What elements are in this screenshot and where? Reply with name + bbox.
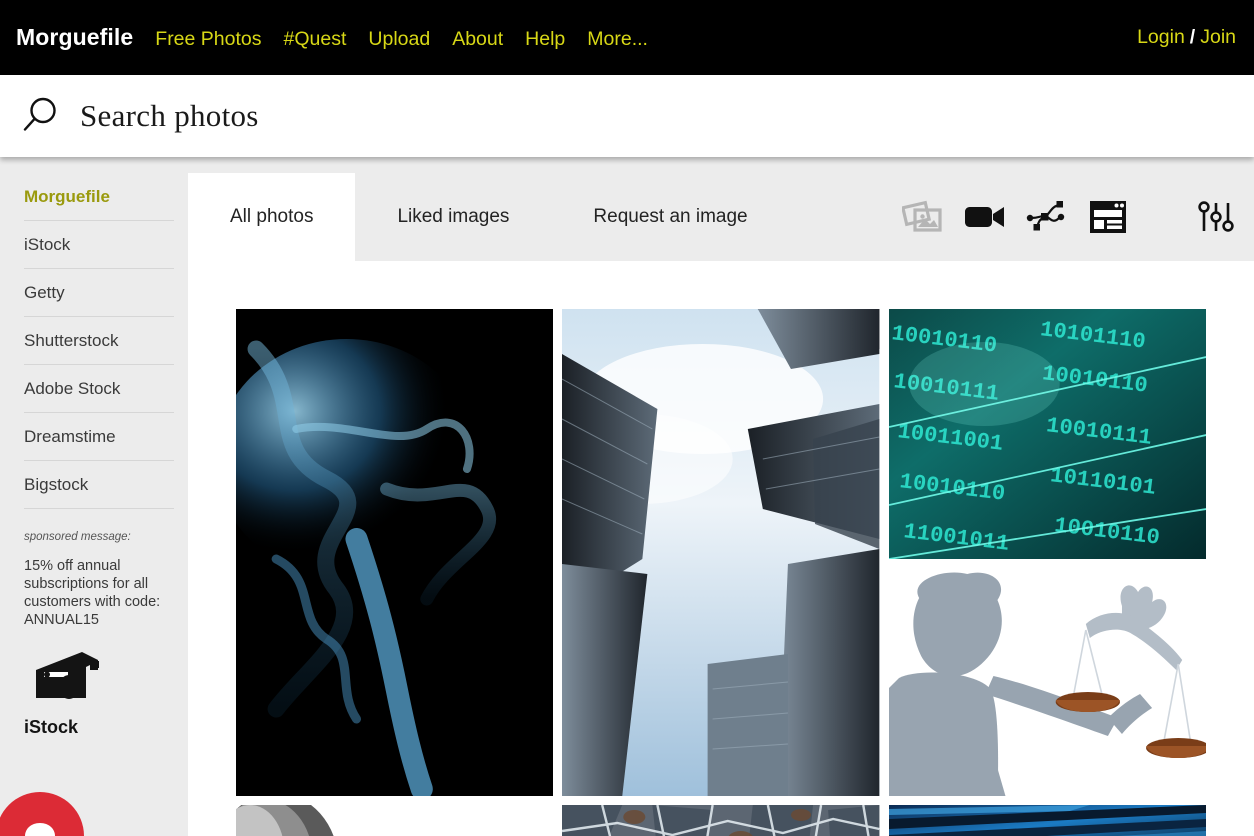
sidebar-item-dreamstime[interactable]: Dreamstime: [24, 413, 174, 461]
tab-liked-images[interactable]: Liked images: [355, 173, 551, 261]
cracked-ice-illustration: [562, 805, 880, 836]
main-content: All photos Liked images Request an image: [188, 173, 1254, 836]
sidebar-item-adobe-stock[interactable]: Adobe Stock: [24, 365, 174, 413]
top-navigation-bar: Morguefile Free Photos #Quest Upload Abo…: [0, 0, 1254, 75]
site-logo-morguefile[interactable]: Morguefile: [16, 24, 133, 51]
cracked-ice-photo[interactable]: [562, 805, 880, 836]
photo-grid-column: [236, 309, 554, 836]
blue-smoke-photo[interactable]: [236, 309, 554, 796]
sidebar-item-istock[interactable]: iStock: [24, 221, 174, 269]
sidebar-item-bigstock[interactable]: Bigstock: [24, 461, 174, 509]
sidebar: Morguefile iStock Getty Shutterstock Ado…: [0, 173, 188, 836]
blue-abstract-photo[interactable]: [888, 805, 1206, 836]
search-icon[interactable]: [18, 94, 62, 138]
nav-link-help[interactable]: Help: [525, 28, 565, 51]
nav-links-group: Morguefile Free Photos #Quest Upload Abo…: [16, 24, 648, 51]
lady-justice-photo[interactable]: [888, 568, 1206, 796]
account-links-group: Login / Join: [1137, 26, 1236, 49]
portrait-photo[interactable]: [236, 805, 554, 836]
sponsor-logo-block[interactable]: iStock: [24, 648, 174, 738]
filter-sliders-icon[interactable]: [1196, 197, 1236, 237]
web-template-icon[interactable]: [1088, 198, 1128, 236]
search-bar: [0, 75, 1254, 157]
sponsored-message-text: 15% off annual subscriptions for all cus…: [24, 558, 161, 629]
photo-grid-column: [562, 309, 880, 836]
tab-request-an-image[interactable]: Request an image: [551, 173, 789, 261]
photo-grid: 10010110 10101110 10010111 10010110 1001…: [236, 309, 1206, 836]
blue-smoke-illustration: [236, 309, 554, 796]
istock-camera-icon: [36, 651, 99, 699]
search-input[interactable]: [80, 98, 840, 134]
nav-link-about[interactable]: About: [452, 28, 503, 51]
photos-stack-icon[interactable]: [902, 198, 944, 236]
blue-abstract-illustration: [888, 805, 1206, 836]
tab-strip: All photos Liked images Request an image: [188, 173, 1254, 261]
join-link[interactable]: Join: [1200, 26, 1236, 49]
page-body: Morguefile iStock Getty Shutterstock Ado…: [0, 157, 1254, 836]
skyscrapers-illustration: [562, 309, 880, 796]
nav-link-quest[interactable]: #Quest: [284, 28, 347, 51]
toolbar-icons: [902, 173, 1254, 261]
sidebar-item-morguefile[interactable]: Morguefile: [24, 173, 174, 221]
chat-bubble-icon: [25, 823, 55, 836]
photo-grid-panel: 10010110 10101110 10010111 10010110 1001…: [188, 261, 1254, 836]
lady-justice-illustration: [888, 568, 1206, 796]
video-camera-icon[interactable]: [964, 200, 1006, 234]
sidebar-item-getty[interactable]: Getty: [24, 269, 174, 317]
skyscrapers-photo[interactable]: [562, 309, 880, 796]
binary-code-illustration: 10010110 10101110 10010111 10010110 1001…: [888, 309, 1206, 559]
chat-bubble-button[interactable]: [0, 792, 84, 836]
sponsor-brand-name: iStock: [24, 716, 79, 737]
sidebar-item-shutterstock[interactable]: Shutterstock: [24, 317, 174, 365]
portrait-illustration: [236, 805, 554, 836]
binary-code-photo[interactable]: 10010110 10101110 10010111 10010110 1001…: [888, 309, 1206, 559]
nav-link-free-photos[interactable]: Free Photos: [155, 28, 261, 51]
sponsored-message-label: sponsored message:: [24, 531, 131, 543]
account-separator: /: [1189, 26, 1196, 48]
tab-all-photos[interactable]: All photos: [188, 173, 356, 261]
vector-bezier-icon[interactable]: [1026, 198, 1068, 236]
login-link[interactable]: Login: [1137, 26, 1185, 49]
nav-link-upload[interactable]: Upload: [368, 28, 430, 51]
photo-grid-column: 10010110 10101110 10010111 10010110 1001…: [888, 309, 1206, 836]
nav-link-more[interactable]: More...: [587, 28, 648, 51]
